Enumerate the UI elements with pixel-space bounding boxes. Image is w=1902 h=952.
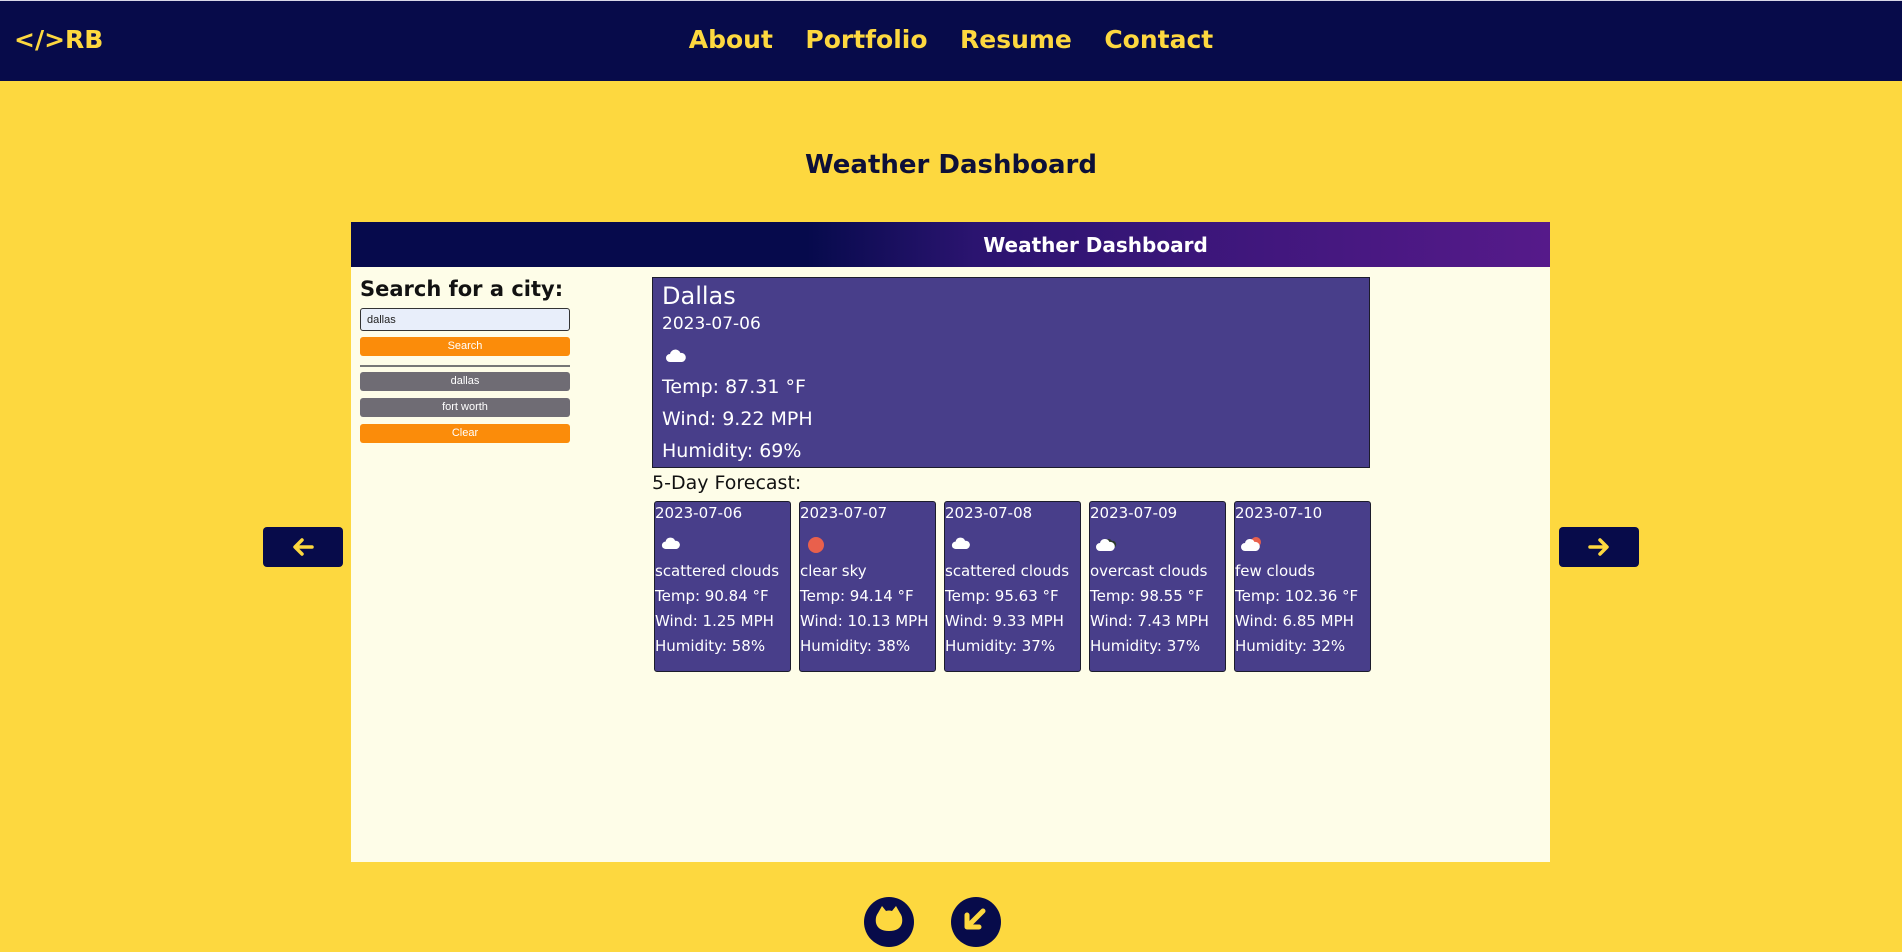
overcast-cloud-icon <box>1096 536 1118 556</box>
sun-cloud-icon <box>1241 536 1263 556</box>
github-link[interactable] <box>864 897 914 947</box>
current-humidity: Humidity: 69% <box>662 440 802 462</box>
forecast-humidity: Humidity: 37% <box>945 637 1056 655</box>
forecast-humidity: Humidity: 37% <box>1090 637 1201 655</box>
forecast-humidity: Humidity: 38% <box>800 637 911 655</box>
forecast-card: 2023-07-07 clear sky Temp: 94.14 °F Wind… <box>799 501 936 672</box>
page-title: Weather Dashboard <box>805 150 1097 180</box>
nav-link-contact[interactable]: Contact <box>1104 25 1213 54</box>
forecast-wind: Wind: 1.25 MPH <box>655 612 774 630</box>
back-to-top-link[interactable] <box>951 897 1001 947</box>
clear-button[interactable]: Clear <box>360 424 570 443</box>
forecast-card: 2023-07-06 scattered clouds Temp: 90.84 … <box>654 501 791 672</box>
weather-dashboard-panel: Weather Dashboard Search for a city: Sea… <box>351 222 1550 862</box>
forecast-card: 2023-07-10 few clouds Temp: 102.36 °F Wi… <box>1234 501 1371 672</box>
forecast-description: clear sky <box>800 562 867 580</box>
forecast-card: 2023-07-09 overcast clouds Temp: 98.55 °… <box>1089 501 1226 672</box>
search-button[interactable]: Search <box>360 337 570 356</box>
forecast-temp: Temp: 98.55 °F <box>1090 587 1204 605</box>
nav-link-about[interactable]: About <box>689 25 773 54</box>
forecast-humidity: Humidity: 32% <box>1235 637 1346 655</box>
cloud-icon <box>661 536 681 554</box>
forecast-label: 5-Day Forecast: <box>652 472 802 494</box>
nav-links: About Portfolio Resume Contact <box>0 25 1902 54</box>
current-date: 2023-07-06 <box>662 314 761 334</box>
search-label: Search for a city: <box>360 277 564 301</box>
forecast-date: 2023-07-08 <box>945 504 1033 522</box>
divider <box>360 365 570 367</box>
history-button-dallas[interactable]: dallas <box>360 372 570 391</box>
history-button-fort-worth[interactable]: fort worth <box>360 398 570 417</box>
top-navbar: </>RB About Portfolio Resume Contact <box>0 0 1902 81</box>
forecast-date: 2023-07-06 <box>655 504 743 522</box>
forecast-temp: Temp: 95.63 °F <box>945 587 1059 605</box>
carousel-next-button[interactable] <box>1559 527 1639 567</box>
forecast-date: 2023-07-07 <box>800 504 888 522</box>
city-search-input[interactable] <box>360 308 570 331</box>
nav-link-resume[interactable]: Resume <box>960 25 1072 54</box>
forecast-date: 2023-07-10 <box>1235 504 1323 522</box>
arrow-left-icon <box>293 538 314 556</box>
arrow-right-icon <box>1588 538 1609 556</box>
current-wind: Wind: 9.22 MPH <box>662 408 813 430</box>
forecast-wind: Wind: 10.13 MPH <box>800 612 929 630</box>
forecast-temp: Temp: 102.36 °F <box>1235 587 1359 605</box>
forecast-description: scattered clouds <box>655 562 780 580</box>
forecast-temp: Temp: 94.14 °F <box>800 587 914 605</box>
current-temp: Temp: 87.31 °F <box>662 376 806 398</box>
forecast-wind: Wind: 6.85 MPH <box>1235 612 1354 630</box>
dashboard-header: Weather Dashboard <box>351 222 1550 267</box>
forecast-humidity: Humidity: 58% <box>655 637 766 655</box>
forecast-card: 2023-07-08 scattered clouds Temp: 95.63 … <box>944 501 1081 672</box>
current-city: Dallas <box>662 282 736 310</box>
forecast-description: scattered clouds <box>945 562 1070 580</box>
sun-icon <box>806 536 826 558</box>
forecast-date: 2023-07-09 <box>1090 504 1178 522</box>
arrow-down-left-icon <box>964 908 986 930</box>
cloud-icon <box>951 536 971 554</box>
github-icon <box>875 906 903 931</box>
forecast-description: overcast clouds <box>1090 562 1208 580</box>
nav-link-portfolio[interactable]: Portfolio <box>805 25 927 54</box>
cloud-icon <box>665 348 687 367</box>
forecast-wind: Wind: 7.43 MPH <box>1090 612 1209 630</box>
carousel-prev-button[interactable] <box>263 527 343 567</box>
forecast-temp: Temp: 90.84 °F <box>655 587 769 605</box>
forecast-wind: Wind: 9.33 MPH <box>945 612 1064 630</box>
forecast-description: few clouds <box>1235 562 1315 580</box>
current-weather-card: Dallas 2023-07-06 Temp: 87.31 °F Wind: 9… <box>652 277 1370 468</box>
